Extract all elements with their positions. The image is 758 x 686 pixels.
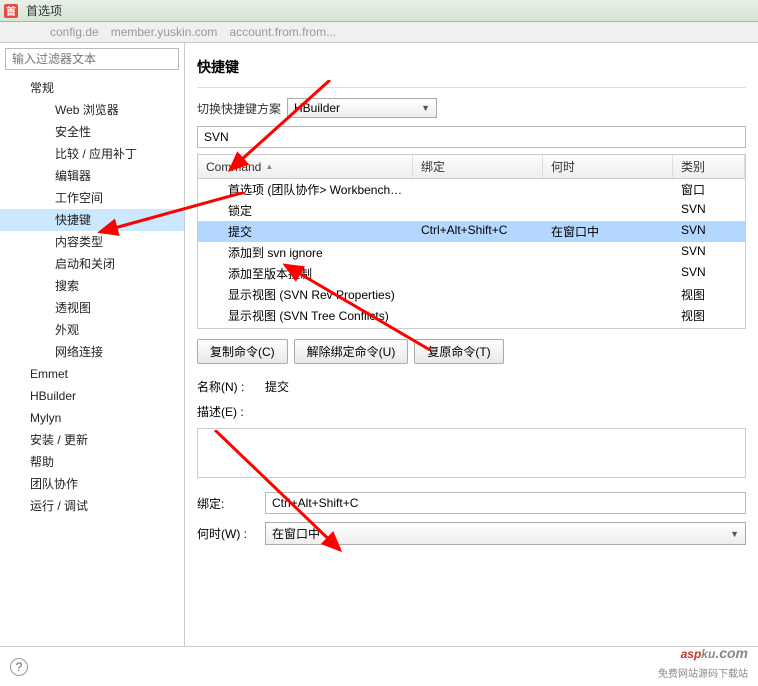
tree-item[interactable]: 团队协作 (0, 473, 184, 495)
tree-item[interactable]: 搜索 (0, 275, 184, 297)
command-search-input[interactable] (197, 126, 746, 148)
table-row[interactable]: 首选项 (团队协作> WorkbenchPref…窗口 (198, 179, 745, 200)
tree-item[interactable]: 快捷键 (0, 209, 184, 231)
watermark: aspku.com 免费网站源码下载站 (658, 637, 748, 680)
tree-item[interactable]: 帮助 (0, 451, 184, 473)
tree-item[interactable]: 运行 / 调试 (0, 495, 184, 517)
table-body[interactable]: 首选项 (团队协作> WorkbenchPref…窗口锁定SVN提交Ctrl+A… (198, 179, 745, 328)
tree-item[interactable]: Emmet (0, 363, 184, 385)
tree-item[interactable]: 透视图 (0, 297, 184, 319)
table-row[interactable]: 添加到 svn ignoreSVN (198, 242, 745, 263)
name-value: 提交 (265, 378, 289, 395)
tree-item[interactable]: 常规 (0, 77, 184, 99)
table-row[interactable]: 添加至版本控制SVN (198, 263, 745, 284)
when-combo[interactable]: 在窗口中 ▼ (265, 522, 746, 545)
tree-item[interactable]: 启动和关闭 (0, 253, 184, 275)
col-command[interactable]: Command▲ (198, 155, 413, 178)
table-header: Command▲ 绑定 何时 类别 (198, 155, 745, 179)
bg-tab: config.de (50, 25, 99, 39)
chevron-down-icon: ▼ (421, 103, 430, 113)
help-icon[interactable]: ? (10, 658, 28, 676)
scheme-combo[interactable]: HBuilder ▼ (287, 98, 437, 118)
background-tabs: config.de member.yuskin.com account.from… (0, 22, 758, 42)
description-box (197, 428, 746, 478)
preferences-tree[interactable]: 常规Web 浏览器安全性比较 / 应用补丁编辑器工作空间快捷键内容类型启动和关闭… (0, 75, 184, 652)
tree-item[interactable]: HBuilder (0, 385, 184, 407)
restore-command-button[interactable]: 复原命令(T) (414, 339, 503, 364)
tree-item[interactable]: 网络连接 (0, 341, 184, 363)
tree-item[interactable]: 编辑器 (0, 165, 184, 187)
copy-command-button[interactable]: 复制命令(C) (197, 339, 288, 364)
content-pane: 快捷键 切换快捷键方案 HBuilder ▼ Command▲ 绑定 何时 类别… (185, 43, 758, 652)
col-when[interactable]: 何时 (543, 155, 673, 178)
page-heading: 快捷键 (197, 51, 746, 88)
col-category[interactable]: 类别 (673, 155, 745, 178)
scheme-value: HBuilder (294, 101, 340, 115)
tree-item[interactable]: 比较 / 应用补丁 (0, 143, 184, 165)
desc-label: 描述(E) : (197, 403, 257, 420)
window-title: 首选项 (26, 2, 62, 19)
unbind-command-button[interactable]: 解除绑定命令(U) (294, 339, 409, 364)
table-row[interactable]: 锁定SVN (198, 200, 745, 221)
when-label: 何时(W) : (197, 525, 257, 542)
table-row[interactable]: 显示视图 (SVN Rev Properties)视图 (198, 284, 745, 305)
bg-tab: account.from.from... (229, 25, 336, 39)
binding-label: 绑定: (197, 495, 257, 512)
tree-item[interactable]: 安装 / 更新 (0, 429, 184, 451)
bg-tab: member.yuskin.com (111, 25, 218, 39)
main-area: 常规Web 浏览器安全性比较 / 应用补丁编辑器工作空间快捷键内容类型启动和关闭… (0, 42, 758, 652)
title-bar: 首 首选项 (0, 0, 758, 22)
commands-table: Command▲ 绑定 何时 类别 首选项 (团队协作> WorkbenchPr… (197, 154, 746, 329)
table-row[interactable]: 显示视图 (SVN Tree Conflicts)视图 (198, 305, 745, 326)
tree-item[interactable]: 外观 (0, 319, 184, 341)
app-icon: 首 (4, 4, 18, 18)
when-value: 在窗口中 (272, 525, 320, 542)
scheme-label: 切换快捷键方案 (197, 100, 281, 117)
tree-item[interactable]: 内容类型 (0, 231, 184, 253)
table-row[interactable]: 提交Ctrl+Alt+Shift+C在窗口中SVN (198, 221, 745, 242)
footer: ? (0, 646, 758, 686)
filter-input[interactable] (5, 48, 179, 70)
col-binding[interactable]: 绑定 (413, 155, 543, 178)
table-row[interactable]: 显示视图 (SVN 属性)视图 (198, 326, 745, 328)
tree-item[interactable]: Web 浏览器 (0, 99, 184, 121)
chevron-down-icon: ▼ (730, 529, 739, 539)
tree-item[interactable]: 工作空间 (0, 187, 184, 209)
tree-item[interactable]: 安全性 (0, 121, 184, 143)
tree-item[interactable]: Mylyn (0, 407, 184, 429)
binding-input[interactable] (265, 492, 746, 514)
name-label: 名称(N) : (197, 378, 257, 395)
sidebar: 常规Web 浏览器安全性比较 / 应用补丁编辑器工作空间快捷键内容类型启动和关闭… (0, 43, 185, 652)
